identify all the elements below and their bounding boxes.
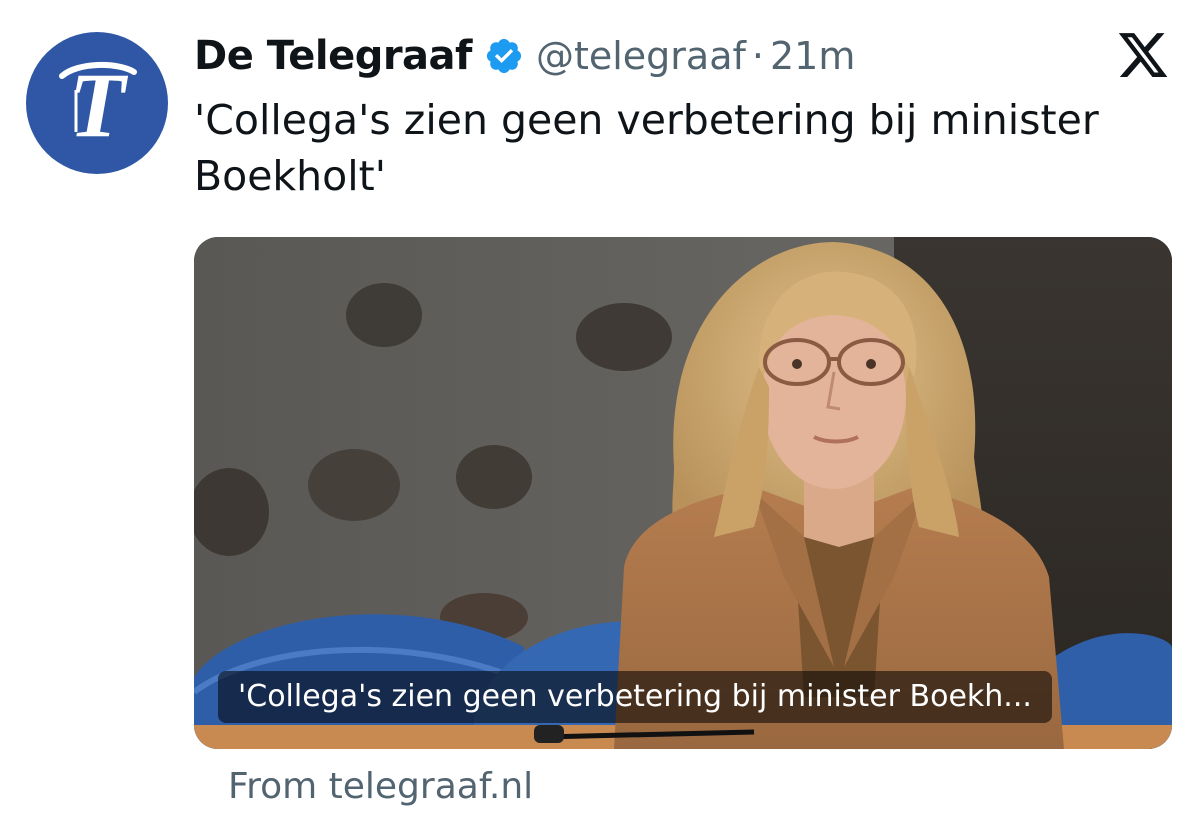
card-caption: 'Collega's zien geen verbetering bij min…: [218, 671, 1052, 723]
x-logo-icon[interactable]: [1116, 28, 1170, 82]
link-card[interactable]: 'Collega's zien geen verbetering bij min…: [194, 237, 1172, 749]
author-name[interactable]: De Telegraaf: [194, 33, 472, 79]
separator-dot: ·: [751, 34, 764, 78]
tweet-header: De Telegraaf @telegraaf · 21m: [194, 30, 855, 82]
avatar[interactable]: T: [26, 32, 168, 174]
author-handle[interactable]: @telegraaf: [536, 34, 746, 78]
verified-badge-icon: [486, 38, 522, 74]
tweet-timestamp[interactable]: 21m: [770, 34, 855, 78]
telegraaf-logo-icon: T: [59, 54, 137, 156]
source-link[interactable]: From telegraaf.nl: [228, 766, 533, 807]
tweet-text: 'Collega's zien geen verbetering bij min…: [194, 96, 1099, 200]
